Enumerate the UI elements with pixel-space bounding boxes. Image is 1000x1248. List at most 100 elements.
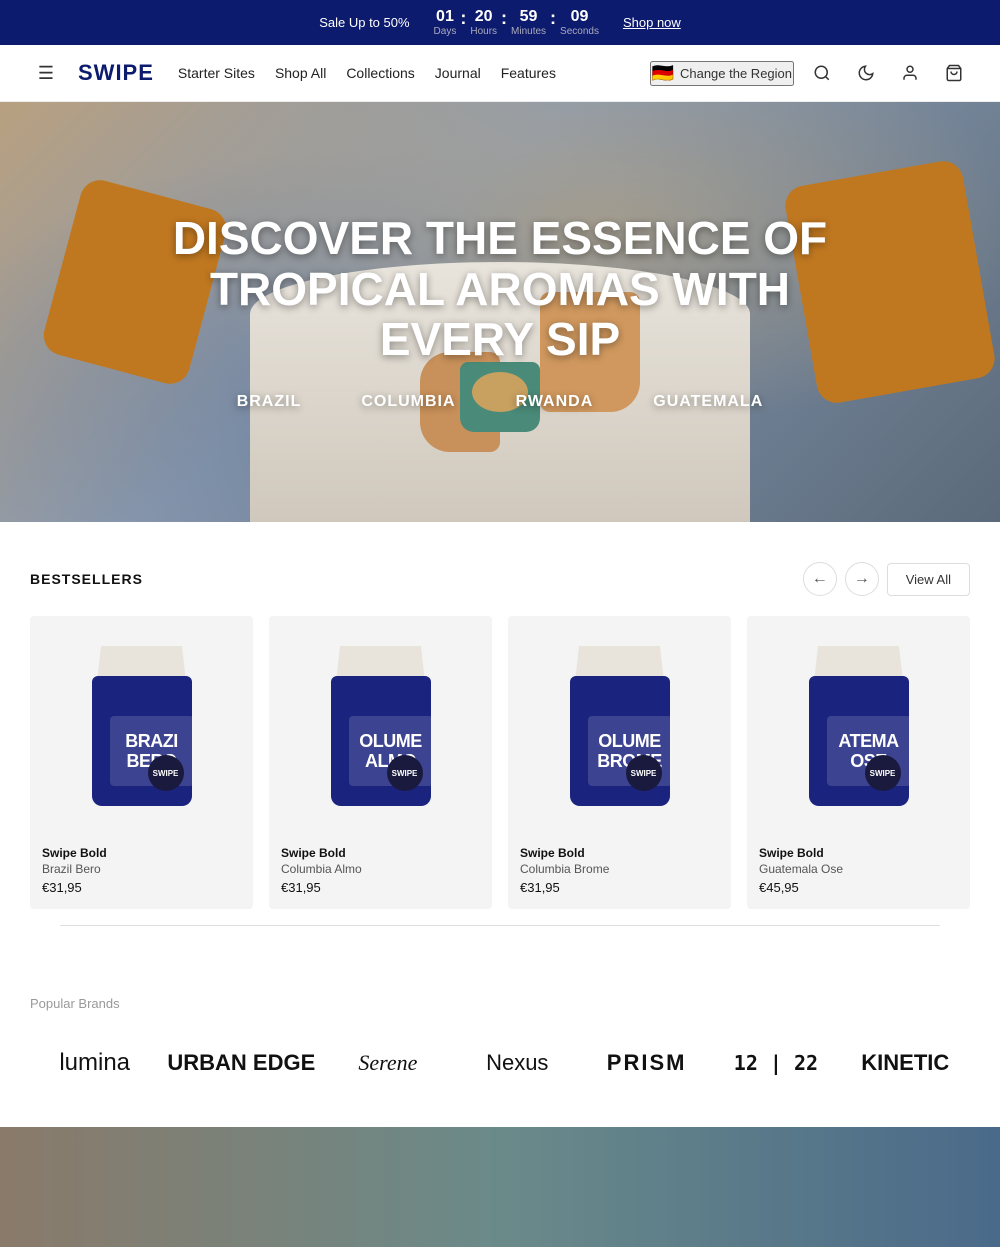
nav-journal[interactable]: Journal [435, 65, 481, 81]
product-price: €31,95 [42, 880, 241, 895]
countdown-minutes: 59 Minutes [511, 8, 546, 37]
product-info: Swipe Bold Brazil Bero €31,95 [30, 836, 253, 909]
brand-name-prism: PRISM [607, 1050, 687, 1076]
brand-urban-edge[interactable]: URBAN EDGE [159, 1040, 323, 1086]
product-image: BRAZI BERO SWIPE [30, 616, 253, 836]
nav-features[interactable]: Features [501, 65, 556, 81]
nav-collections[interactable]: Collections [346, 65, 414, 81]
brands-list: lumina URBAN EDGE Serene Nexus PRISM 12 … [30, 1039, 970, 1087]
product-image: OLUME BROME SWIPE [508, 616, 731, 836]
bag-text: OLUME [359, 732, 422, 750]
bag-text: OLUME [598, 732, 661, 750]
brand-name-urban-edge: URBAN EDGE [167, 1050, 315, 1076]
announcement-bar: Sale Up to 50% 01 Days : 20 Hours : 59 M… [0, 0, 1000, 45]
product-name: Guatemala Ose [759, 862, 958, 876]
bestsellers-header: BESTSELLERS ← → View All [30, 562, 970, 596]
bag-circle-text: SWIPE [870, 769, 896, 778]
products-divider [60, 925, 940, 926]
countdown-hours: 20 Hours [470, 8, 497, 37]
view-all-button[interactable]: View All [887, 563, 970, 596]
product-card[interactable]: ATEMA OSE SWIPE Swipe Bold Guatemala Ose… [747, 616, 970, 909]
product-brand: Swipe Bold [520, 846, 719, 860]
header: ☰ SWIPE Starter Sites Shop All Collectio… [0, 45, 1000, 102]
product-price: €31,95 [520, 880, 719, 895]
hero-link-brazil[interactable]: BRAZIL [237, 393, 302, 411]
product-info: Swipe Bold Guatemala Ose €45,95 [747, 836, 970, 909]
bottom-hero [0, 1127, 1000, 1247]
brand-kinetic[interactable]: KINETIC [841, 1040, 970, 1086]
bestsellers-title: BESTSELLERS [30, 571, 143, 587]
brand-name-kinetic: KINETIC [861, 1050, 949, 1076]
product-card[interactable]: BRAZI BERO SWIPE Swipe Bold Brazil Bero … [30, 616, 253, 909]
nav-shop-all[interactable]: Shop All [275, 65, 326, 81]
bag-body: OLUME BROME SWIPE [570, 676, 670, 806]
products-grid: BRAZI BERO SWIPE Swipe Bold Brazil Bero … [30, 616, 970, 909]
bestsellers-controls: ← → View All [803, 562, 970, 596]
hero-link-columbia[interactable]: COLUMBIA [361, 393, 455, 411]
product-info: Swipe Bold Columbia Brome €31,95 [508, 836, 731, 909]
countdown: 01 Days : 20 Hours : 59 Minutes : 09 Sec… [434, 8, 599, 37]
brand-serene[interactable]: Serene [323, 1040, 452, 1086]
product-info: Swipe Bold Columbia Almo €31,95 [269, 836, 492, 909]
hero-content: DISCOVER THE ESSENCE OF TROPICAL AROMAS … [150, 213, 850, 411]
brand-name-lumina: lumina [59, 1049, 130, 1077]
product-card[interactable]: OLUME BROME SWIPE Swipe Bold Columbia Br… [508, 616, 731, 909]
coffee-bag-3: OLUME BROME SWIPE [560, 646, 680, 806]
brand-1222[interactable]: 12 | 22 [711, 1041, 840, 1085]
brand-nexus[interactable]: Nexus [453, 1040, 582, 1086]
coffee-bag-4: ATEMA OSE SWIPE [799, 646, 919, 806]
next-button[interactable]: → [845, 562, 879, 596]
product-brand: Swipe Bold [42, 846, 241, 860]
theme-toggle-button[interactable] [850, 57, 882, 89]
brands-label: Popular Brands [30, 996, 970, 1011]
region-button[interactable]: 🇩🇪 Change the Region [650, 61, 794, 86]
product-brand: Swipe Bold [759, 846, 958, 860]
coffee-bag-1: BRAZI BERO SWIPE [82, 646, 202, 806]
bag-body: OLUME ALMO SWIPE [331, 676, 431, 806]
bag-text: BRAZI [125, 732, 178, 750]
countdown-sep-1: : [460, 8, 466, 29]
sale-text: Sale Up to 50% [319, 15, 409, 30]
countdown-sep-2: : [501, 8, 507, 29]
header-right: 🇩🇪 Change the Region [650, 57, 970, 89]
countdown-days: 01 Days [434, 8, 457, 37]
shop-now-link[interactable]: Shop now [623, 15, 681, 30]
brand-prism[interactable]: PRISM [582, 1040, 711, 1086]
nav-starter-sites[interactable]: Starter Sites [178, 65, 255, 81]
bestsellers-section: BESTSELLERS ← → View All BRAZI BERO [0, 522, 1000, 946]
product-name: Columbia Brome [520, 862, 719, 876]
hero-links: BRAZIL COLUMBIA RWANDA GUATEMALA [150, 393, 850, 411]
product-price: €31,95 [281, 880, 480, 895]
product-brand: Swipe Bold [281, 846, 480, 860]
brand-name-serene: Serene [358, 1050, 417, 1076]
product-image: OLUME ALMO SWIPE [269, 616, 492, 836]
account-button[interactable] [894, 57, 926, 89]
brand-lumina[interactable]: lumina [30, 1039, 159, 1087]
product-name: Columbia Almo [281, 862, 480, 876]
bag-circle: SWIPE [626, 755, 662, 791]
countdown-seconds: 09 Seconds [560, 8, 599, 37]
bag-circle: SWIPE [865, 755, 901, 791]
hero-link-rwanda[interactable]: RWANDA [516, 393, 594, 411]
region-label: Change the Region [680, 66, 792, 81]
bag-body: BRAZI BERO SWIPE [92, 676, 192, 806]
product-image: ATEMA OSE SWIPE [747, 616, 970, 836]
product-name: Brazil Bero [42, 862, 241, 876]
cart-button[interactable] [938, 57, 970, 89]
coffee-bag-2: OLUME ALMO SWIPE [321, 646, 441, 806]
brand-name-1222: 12 | 22 [734, 1051, 818, 1075]
logo[interactable]: SWIPE [78, 60, 154, 86]
bag-circle: SWIPE [387, 755, 423, 791]
hero-title: DISCOVER THE ESSENCE OF TROPICAL AROMAS … [150, 213, 850, 365]
product-card[interactable]: OLUME ALMO SWIPE Swipe Bold Columbia Alm… [269, 616, 492, 909]
hero-link-guatemala[interactable]: GUATEMALA [653, 393, 763, 411]
prev-button[interactable]: ← [803, 562, 837, 596]
product-price: €45,95 [759, 880, 958, 895]
search-button[interactable] [806, 57, 838, 89]
flag-icon: 🇩🇪 [652, 63, 674, 84]
bag-circle-text: SWIPE [153, 769, 179, 778]
bag-circle: SWIPE [148, 755, 184, 791]
bag-text: ATEMA [838, 732, 898, 750]
hamburger-icon[interactable]: ☰ [30, 57, 62, 89]
countdown-sep-3: : [550, 8, 556, 29]
